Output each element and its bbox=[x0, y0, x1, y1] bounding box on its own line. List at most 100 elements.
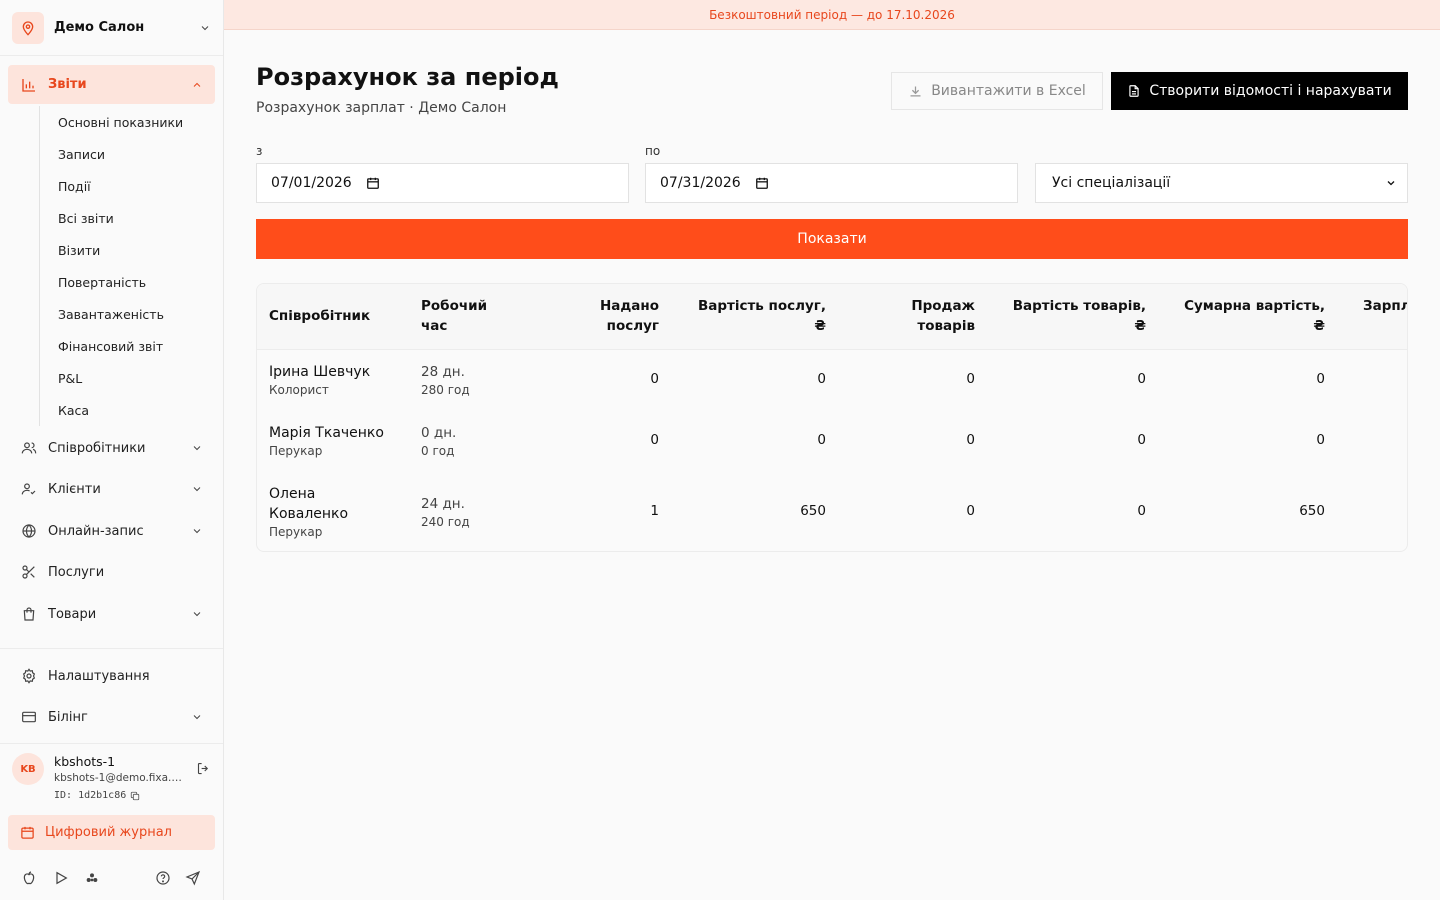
goods-cost-cell: 0 bbox=[1137, 432, 1146, 448]
sidebar-item-goods[interactable]: Товари bbox=[8, 594, 215, 634]
col-goods-sales-line2: товарів bbox=[917, 318, 975, 334]
chevron-down-icon bbox=[191, 711, 203, 723]
sidebar-item-label: Звіти bbox=[48, 77, 87, 92]
submenu-item-events[interactable]: Події bbox=[40, 170, 215, 202]
col-salary[interactable]: Зарплата bbox=[1363, 296, 1407, 316]
col-total-cost-line1: Сумарна вартість, bbox=[1184, 298, 1325, 314]
submenu-item-pnl[interactable]: P&L bbox=[40, 362, 215, 394]
work-days: 24 дн. bbox=[421, 496, 465, 512]
copy-icon[interactable] bbox=[130, 791, 140, 801]
col-work-time[interactable]: Робочий час bbox=[421, 296, 487, 336]
employee-cell: Марія Ткаченко Перукар bbox=[269, 423, 384, 459]
submenu-item-key-metrics[interactable]: Основні показники bbox=[40, 106, 215, 138]
chevron-down-icon bbox=[191, 483, 203, 495]
work-hours: 240 год bbox=[421, 515, 470, 529]
work-time-cell: 0 дн. 0 год bbox=[421, 423, 456, 459]
date-from-label: з bbox=[256, 144, 263, 158]
col-employee[interactable]: Співробітник bbox=[269, 306, 370, 326]
sidebar-item-label: Товари bbox=[48, 606, 97, 622]
col-services-cost-line1: Вартість послуг, bbox=[697, 298, 826, 314]
download-icon bbox=[908, 84, 923, 99]
sidebar-item-employees[interactable]: Співробітники bbox=[8, 428, 215, 468]
apple-icon[interactable] bbox=[21, 870, 37, 886]
specialization-select[interactable]: Усі спеціалізації bbox=[1035, 163, 1408, 203]
sidebar-item-label: Білінг bbox=[48, 709, 88, 725]
export-excel-button[interactable]: Вивантажити в Excel bbox=[891, 72, 1103, 110]
goods-sales-cell: 0 bbox=[966, 371, 975, 387]
col-total-cost[interactable]: Сумарна вартість, ₴ bbox=[1184, 296, 1325, 336]
reports-submenu: Основні показники Записи Події Всі звіти… bbox=[39, 106, 215, 426]
sidebar-item-billing[interactable]: Білінг bbox=[8, 697, 215, 737]
digital-journal-button[interactable]: Цифровий журнал bbox=[8, 815, 215, 850]
gear-icon bbox=[20, 667, 38, 685]
services-cell: 0 bbox=[650, 371, 659, 387]
col-goods-cost-line1: Вартість товарів, bbox=[1012, 298, 1146, 314]
work-time-cell: 24 дн. 240 год bbox=[421, 494, 470, 530]
sidebar-item-label: Співробітники bbox=[48, 440, 146, 456]
col-services-line1: Надано bbox=[599, 298, 659, 314]
col-services-cost-line2: ₴ bbox=[814, 318, 826, 334]
sidebar-item-services[interactable]: Послуги bbox=[8, 552, 215, 592]
app-gallery-icon[interactable] bbox=[84, 870, 100, 886]
user-name: kbshots-1 bbox=[54, 754, 116, 769]
sidebar-divider bbox=[0, 648, 223, 649]
create-statements-button[interactable]: Створити відомості і нарахувати bbox=[1111, 72, 1408, 110]
page-subtitle: Розрахунок зарплат · Демо Салон bbox=[256, 100, 507, 116]
date-to-label: по bbox=[645, 144, 661, 158]
users-icon bbox=[20, 439, 38, 457]
document-icon bbox=[1127, 84, 1141, 98]
logout-icon[interactable] bbox=[196, 761, 211, 776]
total-cost-cell: 0 bbox=[1316, 432, 1325, 448]
work-hours: 280 год bbox=[421, 383, 470, 397]
send-icon[interactable] bbox=[185, 870, 201, 886]
work-hours: 0 год bbox=[421, 444, 455, 458]
calendar-icon[interactable] bbox=[366, 176, 380, 190]
submenu-item-occupancy[interactable]: Завантаженість bbox=[40, 298, 215, 330]
play-icon[interactable] bbox=[53, 870, 69, 886]
user-id: ID: 1d2b1c86 bbox=[54, 790, 140, 801]
chevron-down-icon bbox=[199, 22, 211, 34]
goods-sales-cell: 0 bbox=[966, 432, 975, 448]
submenu-item-cash[interactable]: Каса bbox=[40, 394, 215, 426]
table-row[interactable]: Олена Коваленко Перукар 24 дн. 240 год 1… bbox=[257, 472, 1407, 551]
user-email: kbshots-1@demo.fixa.business bbox=[54, 772, 186, 784]
employee-role: Перукар bbox=[269, 525, 323, 539]
sidebar-item-label: Клієнти bbox=[48, 481, 101, 497]
chevron-down-icon bbox=[191, 608, 203, 620]
specialization-value: Усі спеціалізації bbox=[1052, 175, 1171, 191]
sidebar-item-reports[interactable]: Звіти bbox=[8, 65, 215, 104]
salon-switcher[interactable]: Демо Салон bbox=[0, 0, 223, 56]
help-icon[interactable] bbox=[155, 870, 171, 886]
submenu-item-all-reports[interactable]: Всі звіти bbox=[40, 202, 215, 234]
col-services-cost[interactable]: Вартість послуг, ₴ bbox=[698, 296, 826, 336]
sidebar-item-online-booking[interactable]: Онлайн-запис bbox=[8, 511, 215, 551]
submenu-item-financial[interactable]: Фінансовий звіт bbox=[40, 330, 215, 362]
sidebar-item-settings[interactable]: Налаштування bbox=[8, 656, 215, 696]
table-header: Співробітник Робочий час Надано послуг В… bbox=[257, 284, 1407, 350]
services-cell: 0 bbox=[650, 432, 659, 448]
date-to-input[interactable]: 07/31/2026 bbox=[645, 163, 1018, 203]
submenu-item-appointments[interactable]: Записи bbox=[40, 138, 215, 170]
show-button[interactable]: Показати bbox=[256, 219, 1408, 259]
date-from-value: 07/01/2026 bbox=[271, 175, 352, 191]
bottom-links bbox=[0, 860, 223, 896]
employee-cell: Олена Коваленко Перукар bbox=[269, 484, 348, 540]
bar-chart-icon bbox=[20, 76, 38, 94]
table-row[interactable]: Марія Ткаченко Перукар 0 дн. 0 год 0 0 0… bbox=[257, 412, 1407, 472]
submenu-item-retention[interactable]: Повертаність bbox=[40, 266, 215, 298]
date-from-input[interactable]: 07/01/2026 bbox=[256, 163, 629, 203]
chevron-up-icon bbox=[191, 79, 203, 91]
sidebar-item-clients[interactable]: Клієнти bbox=[8, 469, 215, 509]
col-work-time-line2: час bbox=[421, 318, 448, 334]
globe-icon bbox=[20, 522, 38, 540]
table-row[interactable]: Ірина Шевчук Колорист 28 дн. 280 год 0 0… bbox=[257, 350, 1407, 412]
employee-role: Колорист bbox=[269, 383, 329, 397]
user-check-icon bbox=[20, 480, 38, 498]
calendar-icon[interactable] bbox=[755, 176, 769, 190]
col-goods-sales[interactable]: Продаж товарів bbox=[911, 296, 975, 336]
create-statements-label: Створити відомості і нарахувати bbox=[1149, 83, 1392, 99]
submenu-item-visits[interactable]: Візити bbox=[40, 234, 215, 266]
col-goods-cost[interactable]: Вартість товарів, ₴ bbox=[1013, 296, 1146, 336]
total-cost-cell: 0 bbox=[1316, 371, 1325, 387]
col-services[interactable]: Надано послуг bbox=[600, 296, 659, 336]
